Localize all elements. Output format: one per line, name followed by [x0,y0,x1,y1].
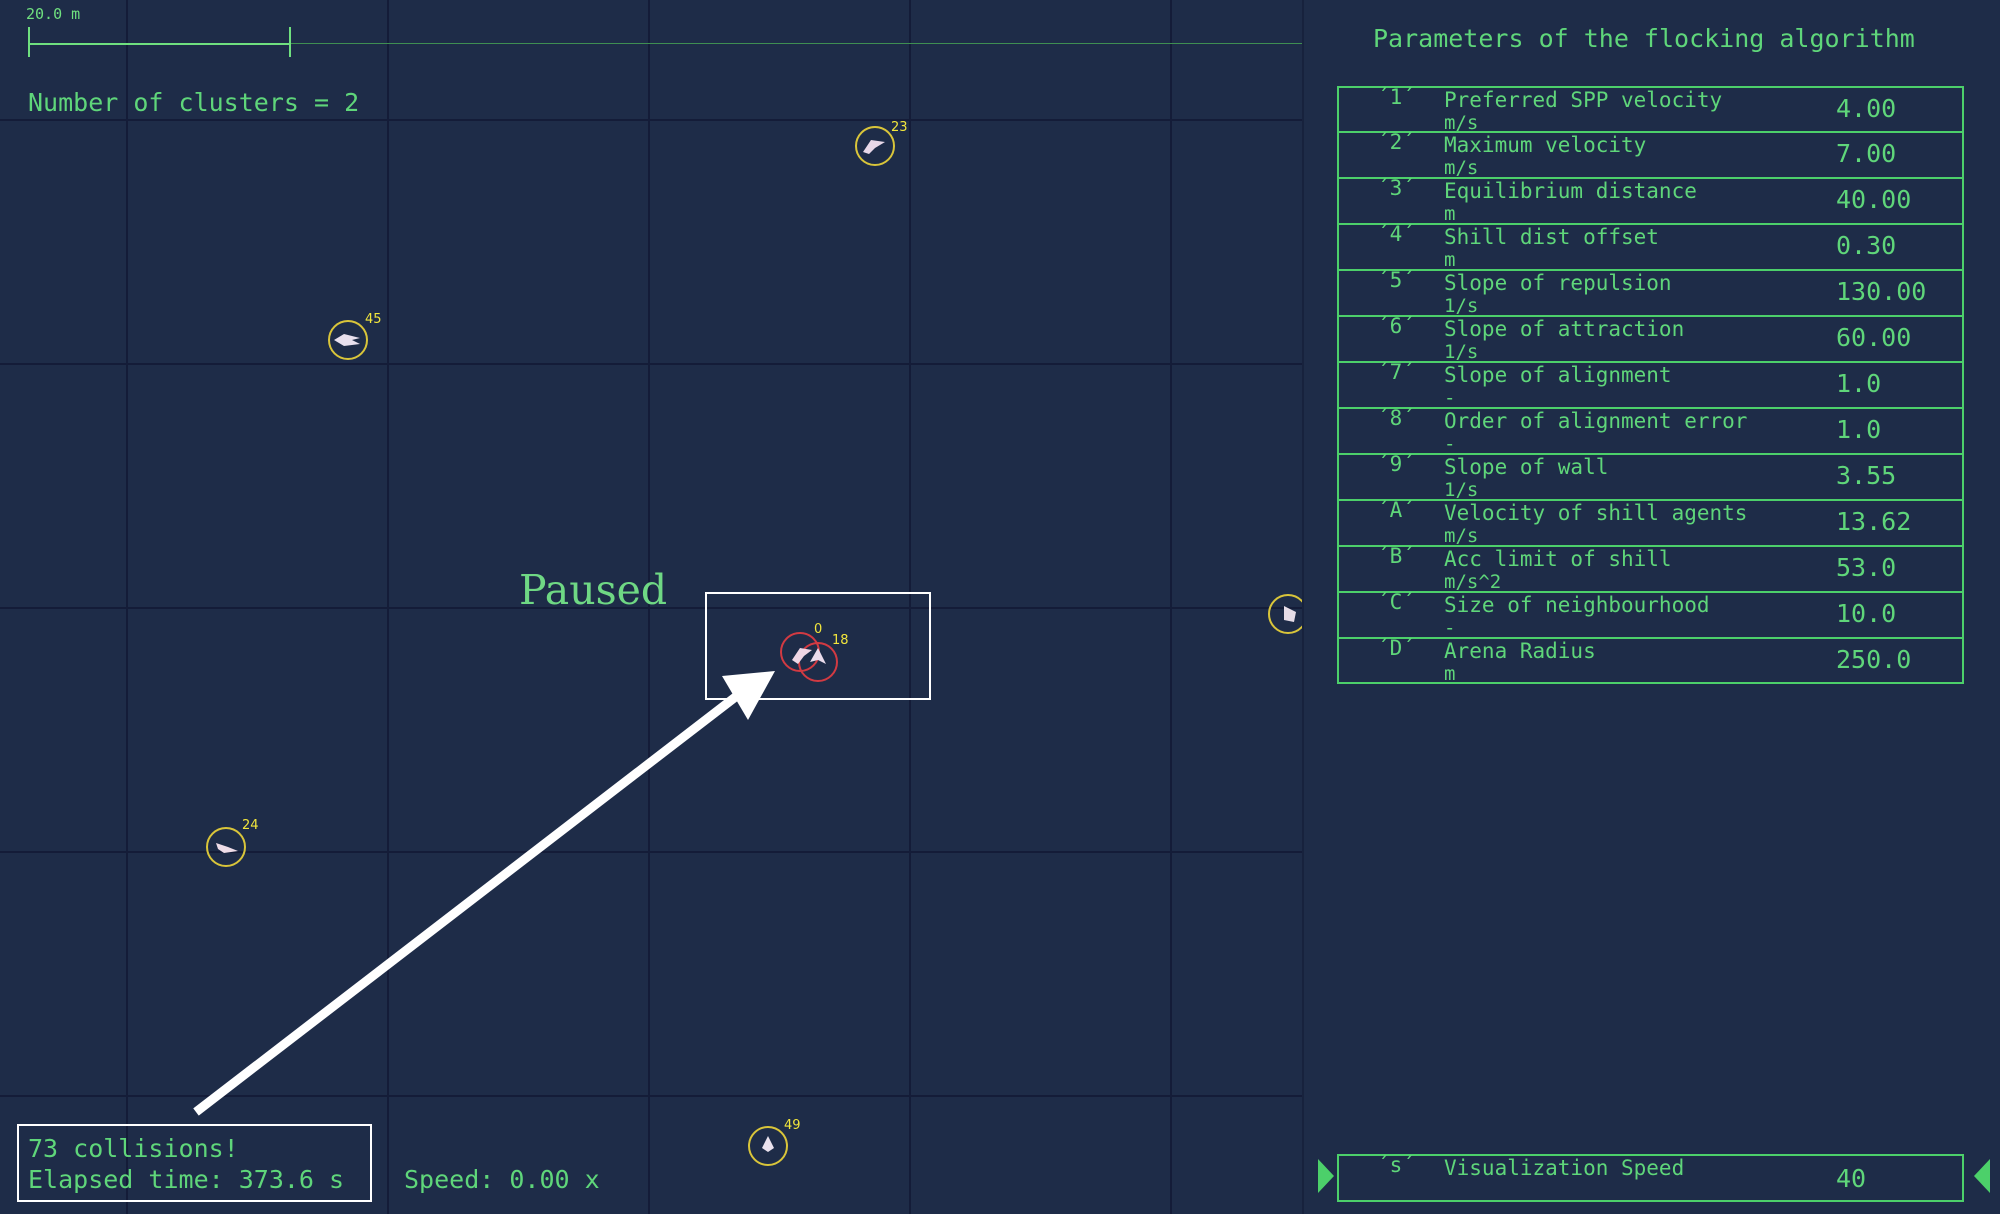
param-key: ´8´ [1377,406,1415,430]
param-value: 1.0 [1836,415,1882,444]
increase-speed-arrow-icon[interactable] [1974,1159,1990,1193]
param-key: ´B´ [1377,544,1415,568]
simulation-arena[interactable]: 20.0 m Number of clusters = 2 Paused 23 … [0,0,1302,1214]
param-value: 4.00 [1836,94,1897,123]
param-unit: - [1444,433,1456,455]
collision-count: 73 collisions! [28,1134,239,1163]
param-value: 7.00 [1836,139,1897,168]
param-row[interactable]: ´4´ Shill dist offset m 0.30 [1337,222,1964,271]
parameter-panel: Parameters of the flocking algorithm ´1´… [1302,0,2000,1214]
param-unit: m [1444,663,1456,685]
param-unit: - [1444,617,1456,639]
param-value: 0.30 [1836,231,1897,260]
param-row[interactable]: ´2´ Maximum velocity m/s 7.00 [1337,130,1964,179]
param-unit: 1/s [1444,341,1479,363]
param-unit: - [1444,387,1456,409]
parameter-table: ´1´ Preferred SPP velocity m/s 4.00 ´2´ Maxim… [1337,85,1964,685]
param-key: ´3´ [1377,176,1415,200]
param-key: ´6´ [1377,314,1415,338]
param-key: ´C´ [1377,590,1415,614]
param-value: 13.62 [1836,507,1912,536]
param-row[interactable]: ´9´ Slope of wall 1/s 3.55 [1337,452,1964,501]
param-unit: m [1444,249,1456,271]
param-unit: m/s [1444,525,1479,547]
param-row[interactable]: ´5´ Slope of repulsion 1/s 130.00 [1337,268,1964,317]
param-value: 10.0 [1836,599,1897,628]
param-name: Velocity of shill agents [1444,501,1748,525]
param-value: 60.00 [1836,323,1912,352]
param-unit: 1/s [1444,479,1479,501]
param-row[interactable]: ´A´ Velocity of shill agents m/s 13.62 [1337,498,1964,547]
param-row[interactable]: ´3´ Equilibrium distance m 40.00 [1337,176,1964,225]
param-name: Slope of alignment [1444,363,1672,387]
param-name: Slope of wall [1444,455,1609,479]
param-key: ´4´ [1377,222,1415,246]
param-unit: m/s [1444,157,1479,179]
param-key: ´A´ [1377,498,1415,522]
param-value: 40 [1836,1164,1867,1193]
param-name: Preferred SPP velocity [1444,88,1723,112]
param-name: Shill dist offset [1444,225,1659,249]
param-row[interactable]: ´1´ Preferred SPP velocity m/s 4.00 [1337,85,1964,134]
annotation-arrow [193,671,775,1116]
param-unit: 1/s [1444,295,1479,317]
param-name: Order of alignment error [1444,409,1748,433]
param-name: Equilibrium distance [1444,179,1697,203]
simulation-speed: Speed: 0.00 x [404,1165,600,1194]
param-value: 53.0 [1836,553,1897,582]
param-value: 3.55 [1836,461,1897,490]
param-unit: m [1444,203,1456,225]
param-unit: m/s^2 [1444,571,1502,593]
param-name: Slope of attraction [1444,317,1685,341]
param-name: Slope of repulsion [1444,271,1672,295]
param-name: Size of neighbourhood [1444,593,1710,617]
param-name: Acc limit of shill [1444,547,1672,571]
param-row[interactable]: ´8´ Order of alignment error - 1.0 [1337,406,1964,455]
param-value: 1.0 [1836,369,1882,398]
param-row[interactable]: ´7´ Slope of alignment - 1.0 [1337,360,1964,409]
elapsed-time: Elapsed time: 373.6 s [28,1165,345,1194]
param-key: ´9´ [1377,452,1415,476]
param-unit: m/s [1444,112,1479,134]
param-row[interactable]: ´6´ Slope of attraction 1/s 60.00 [1337,314,1964,363]
param-value: 130.00 [1836,277,1927,306]
param-row[interactable]: ´C´ Size of neighbourhood - 10.0 [1337,590,1964,639]
param-key: ´2´ [1377,130,1415,154]
param-row[interactable]: ´D´ Arena Radius m 250.0 [1337,636,1964,685]
param-name: Arena Radius [1444,639,1596,663]
param-key: ´s´ [1377,1153,1415,1177]
param-value: 40.00 [1836,185,1912,214]
param-row-visualization-speed[interactable]: ´s´ Visualization Speed 40 [1337,1153,1964,1202]
param-row[interactable]: ´B´ Acc limit of shill m/s^2 53.0 [1337,544,1964,593]
decrease-speed-arrow-icon[interactable] [1318,1159,1334,1193]
param-key: ´1´ [1377,85,1415,109]
param-name: Visualization Speed [1444,1156,1685,1180]
param-key: ´D´ [1377,636,1415,660]
param-key: ´7´ [1377,360,1415,384]
param-value: 250.0 [1836,645,1912,674]
panel-title: Parameters of the flocking algorithm [1373,24,1915,53]
param-key: ´5´ [1377,268,1415,292]
param-name: Maximum velocity [1444,133,1647,157]
